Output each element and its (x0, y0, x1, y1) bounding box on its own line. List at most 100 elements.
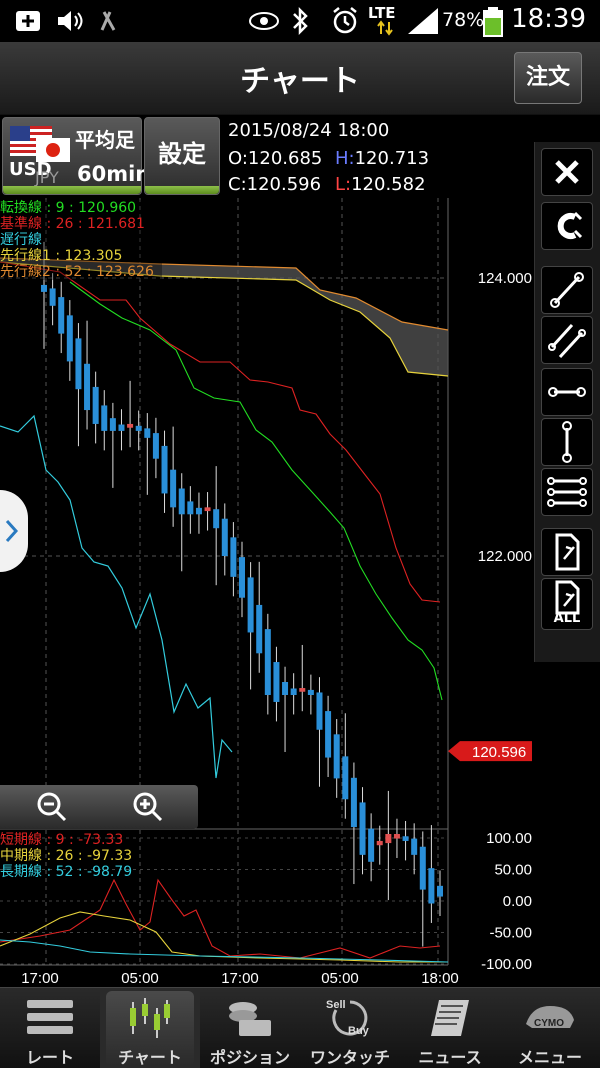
candle-body (221, 518, 228, 556)
vertical-line-tool-button[interactable] (541, 418, 593, 466)
parallel-line-tool-button[interactable] (541, 316, 593, 364)
conversion-line (69, 281, 443, 701)
menu-icon: CYMO (526, 1006, 574, 1029)
high-number: 120.713 (354, 148, 430, 169)
candle-body (41, 284, 47, 292)
trend-line-icon (550, 272, 584, 308)
volume-icon (58, 11, 83, 31)
time-axis-label: 05:00 (121, 970, 159, 987)
oscillator-axis-label: 100.00 (486, 830, 532, 847)
legend-lagging-line: 遅行線 (0, 232, 42, 248)
candle-body (437, 885, 443, 897)
candle-body (264, 629, 271, 695)
magnet-icon (557, 211, 583, 239)
candle-body (419, 846, 426, 890)
fibonacci-tool-button[interactable] (541, 468, 593, 516)
open-label: O: (228, 148, 248, 169)
settings-button[interactable]: 設定 (144, 117, 220, 195)
magnet-tool-button[interactable] (541, 202, 593, 250)
vertical-line-icon (562, 421, 572, 463)
nav-menu[interactable]: CYMO メニュー (500, 988, 600, 1068)
oscillator-axis-label: -100.00 (481, 956, 532, 973)
long-period-line (0, 939, 449, 963)
oscillator-axis-label: 0.00 (503, 893, 532, 910)
candle-body (368, 828, 375, 862)
position-icon (229, 1002, 271, 1036)
nav-chart[interactable]: チャート (100, 988, 200, 1068)
low-number: 120.582 (351, 174, 426, 195)
short-period-line (0, 878, 441, 959)
lagging-line (0, 414, 233, 779)
delete-all-drawings-button[interactable]: ALL (541, 578, 593, 630)
delete-all-drawings-icon (555, 580, 580, 615)
timeframe: 60min (77, 162, 151, 186)
bar-datetime: 2015/08/24 18:00 (228, 120, 390, 141)
close-tool-button[interactable] (541, 148, 593, 196)
page-title: チャート (240, 64, 360, 99)
candle-body (195, 507, 202, 515)
clock: 18:39 (511, 4, 586, 34)
currency-pair-button[interactable]: USD JPY 平均足 60min (2, 117, 150, 195)
fibonacci-lines-icon (547, 477, 587, 507)
zoom-out-icon[interactable] (36, 791, 68, 823)
close-value: C:120.596 (228, 174, 321, 195)
nav-chart-label: チャート (118, 1048, 182, 1067)
zoom-controls (0, 785, 198, 829)
horizontal-line-tool-button[interactable] (541, 368, 593, 416)
candle-body (101, 405, 108, 431)
delete-drawing-button[interactable] (541, 528, 593, 576)
candle-body (350, 777, 357, 828)
main-legend: 転換線 : 9 : 120.960 基準線 : 26 : 121.681 遅行線… (0, 200, 162, 280)
legend-mid-line: 中期線 : 26 : -97.33 (0, 848, 133, 864)
order-button[interactable]: 注文 (514, 52, 582, 104)
candle-body (273, 662, 280, 702)
title-bar: チャート 注文 (0, 42, 600, 115)
candle-body (170, 469, 177, 508)
nav-rate[interactable]: レート (0, 988, 100, 1068)
delete-all-label: ALL (553, 611, 581, 626)
candle-body (152, 433, 159, 459)
oscillator-axis-label: 50.00 (494, 862, 532, 879)
candle-body (118, 424, 125, 431)
candle-body (230, 537, 237, 577)
nav-menu-label: メニュー (517, 1048, 582, 1067)
candle-body (84, 363, 91, 411)
menu-icon-text: CYMO (534, 1018, 564, 1029)
sub-legend: 短期線 : 9 : -73.33 中期線 : 26 : -97.33 長期線 :… (0, 832, 150, 880)
candle-body (92, 386, 99, 424)
mid-period-line (0, 911, 448, 963)
battery-percent: 78% (442, 9, 485, 31)
candle-body (282, 682, 289, 695)
candle-body (376, 840, 383, 846)
high-value: H:120.713 (335, 148, 429, 169)
close-number: 120.596 (246, 174, 322, 195)
candle-type: 平均足 (75, 128, 135, 152)
candle-body (127, 423, 134, 428)
nav-one-touch[interactable]: Sell Buy ワンタッチ (300, 988, 400, 1068)
bottom-navigation: レート チャート ポジション Sell Buy ワンタッチ ニュース CYMO … (0, 987, 600, 1068)
candle-body (256, 604, 263, 654)
close-label: C: (228, 174, 247, 195)
candle-body (161, 445, 168, 494)
chevron-right-icon (5, 519, 19, 543)
nav-news[interactable]: ニュース (400, 988, 500, 1068)
open-number: 120.685 (247, 148, 323, 169)
drawing-toolbar: ALL (534, 142, 600, 662)
zoom-in-icon[interactable] (132, 791, 164, 823)
candle-body (247, 577, 254, 633)
alarm-icon (333, 7, 357, 34)
news-icon (431, 1000, 469, 1036)
candle-body (359, 802, 366, 855)
usd-jpy-flag-icon (10, 126, 70, 162)
candle-body (290, 688, 297, 695)
notification-icon (16, 11, 40, 31)
pair-button-accent (3, 186, 141, 194)
candle-body (109, 418, 116, 431)
candle-body (325, 711, 332, 758)
legend-conversion-line: 転換線 : 9 : 120.960 (0, 200, 137, 216)
settings-button-accent (145, 186, 219, 194)
open-value: O:120.685 (228, 148, 322, 169)
time-axis-label: 18:00 (421, 970, 459, 987)
nav-position[interactable]: ポジション (200, 988, 300, 1068)
trend-line-tool-button[interactable] (541, 266, 593, 314)
